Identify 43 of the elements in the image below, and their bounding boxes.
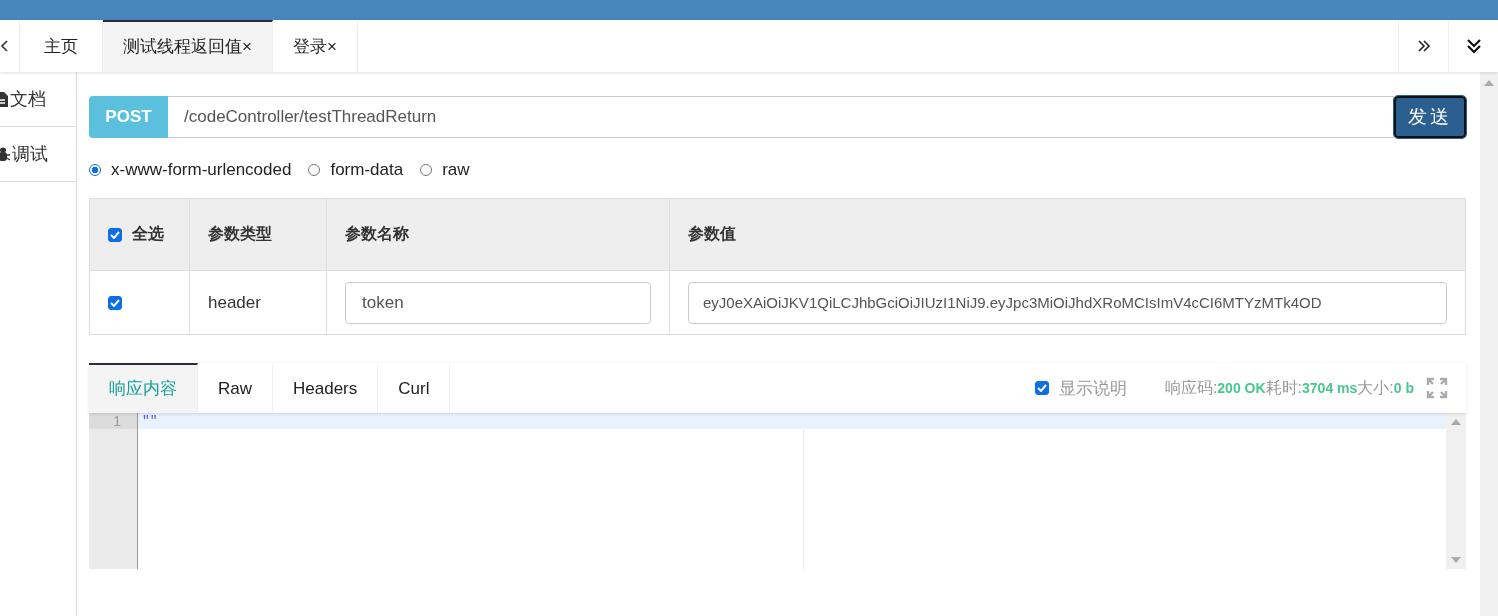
code-editor[interactable]: 1 ""	[89, 413, 1466, 569]
scroll-down-icon[interactable]	[1451, 557, 1461, 563]
chevron-left-icon[interactable]	[0, 40, 8, 52]
tab[interactable]: 登录×	[272, 20, 358, 72]
code-text: ""	[142, 413, 158, 428]
radio-label[interactable]: x-www-form-urlencoded	[111, 160, 292, 180]
url-field[interactable]: /codeController/testThreadReturn	[168, 96, 1394, 138]
table-header-cell: 参数名称	[326, 198, 670, 271]
sidebar-item[interactable]: 文档	[0, 72, 76, 127]
page-scrollbar[interactable]	[1480, 72, 1498, 616]
status-value: 200 OK	[1217, 380, 1266, 396]
dropdown-button[interactable]	[1448, 20, 1498, 72]
radio-label[interactable]: form-data	[330, 160, 404, 180]
select-all-label[interactable]: 全选	[132, 224, 164, 245]
status-label: 耗时:	[1265, 377, 1303, 398]
bug-icon	[0, 146, 10, 162]
sidebar-item[interactable]: 调试	[0, 127, 76, 182]
table-cell: header	[189, 270, 327, 335]
select-all-checkbox[interactable]	[108, 227, 122, 242]
editor-scrollbar[interactable]	[1446, 413, 1466, 569]
table-header-cell: 参数类型	[189, 198, 327, 271]
radio-label[interactable]: raw	[442, 160, 470, 180]
param-name-field[interactable]: token	[345, 281, 651, 324]
status-value: 0 b	[1393, 380, 1414, 396]
checkbox[interactable]	[1034, 381, 1049, 395]
double-chevron-down-icon[interactable]	[1465, 38, 1482, 54]
table-header-cell: 参数值	[669, 198, 1466, 271]
row-checkbox[interactable]	[108, 296, 122, 310]
send-button[interactable]: 发送	[1394, 96, 1466, 138]
double-chevron-right-icon[interactable]	[1416, 40, 1431, 52]
fullscreen-icon[interactable]	[1426, 377, 1448, 399]
scroll-right-button[interactable]	[1398, 20, 1448, 72]
status-label: 大小:	[1357, 377, 1394, 398]
status-value: 3704 ms	[1302, 380, 1358, 396]
status-label: 响应码:	[1164, 377, 1218, 398]
param-value-field[interactable]: eyJ0eXAiOiJKV1QiLCJhbGciOiJIUzI1NiJ9.eyJpc3MiOiJhdXRoMCIsImV4cCI6MTYzMTk4OD	[688, 281, 1447, 324]
scroll-up-icon[interactable]	[1451, 419, 1461, 425]
radio-button[interactable]	[89, 164, 101, 176]
document-icon	[0, 91, 8, 107]
scroll-left-button[interactable]	[0, 20, 20, 72]
scroll-up-icon[interactable]	[1484, 80, 1494, 86]
tab[interactable]: 测试线程返回值×	[103, 20, 273, 72]
line-number: 1	[89, 413, 137, 429]
